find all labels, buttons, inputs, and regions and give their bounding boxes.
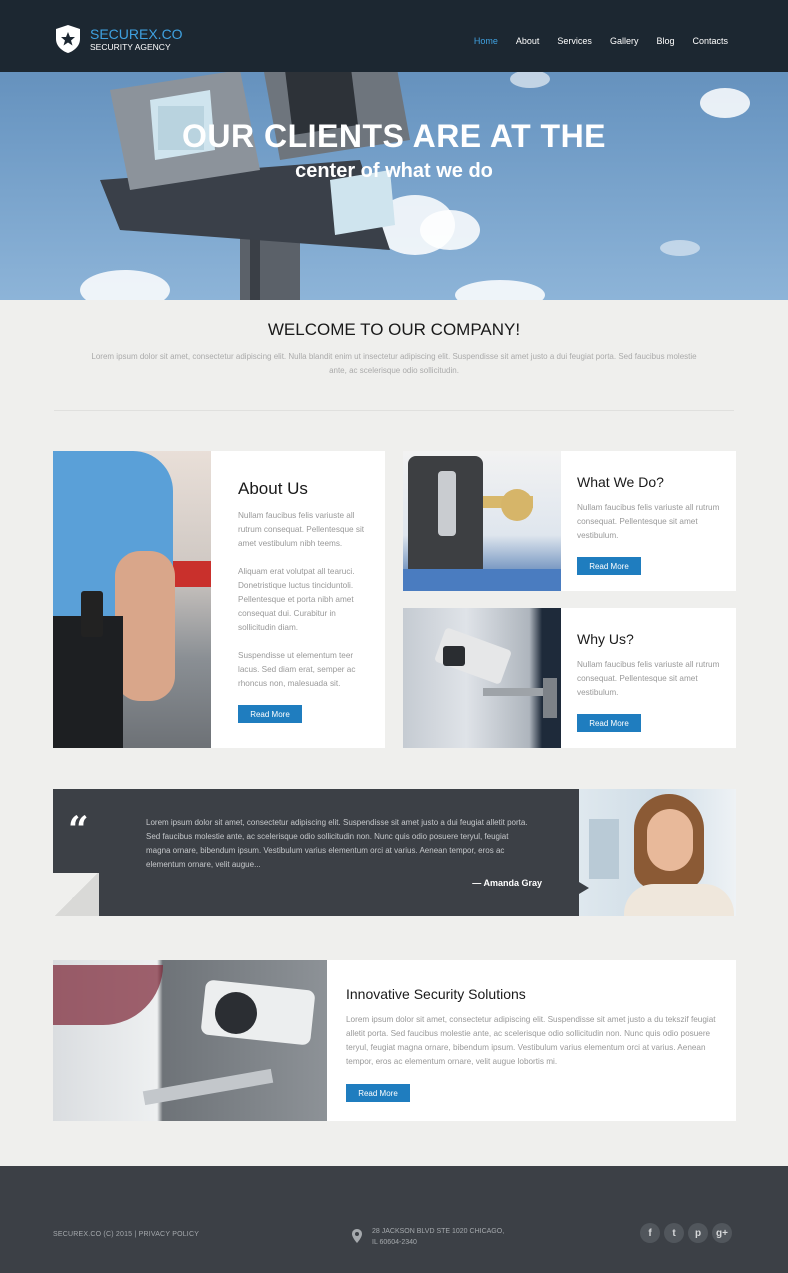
why-card: Why Us? Nullam faucibus felis variuste a…	[403, 608, 736, 748]
why-read-more-button[interactable]: Read More	[577, 714, 641, 732]
divider	[54, 410, 734, 411]
solutions-title: Innovative Security Solutions	[346, 986, 526, 1002]
testimonial-author: — Amanda Gray	[472, 878, 542, 888]
shield-star-icon	[56, 25, 80, 53]
footer-address: 28 JACKSON BLVD STE 1020 CHICAGO, IL 606…	[372, 1226, 504, 1248]
about-text-1: Nullam faucibus felis variuste all rutru…	[238, 511, 365, 548]
what-title: What We Do?	[577, 474, 664, 490]
nav-contacts[interactable]: Contacts	[692, 36, 728, 46]
nav-blog[interactable]: Blog	[656, 36, 674, 46]
solutions-read-more-button[interactable]: Read More	[346, 1084, 410, 1102]
about-text-3: Suspendisse ut elementum teer lacus. Sed…	[238, 651, 356, 688]
padlock-image	[403, 451, 561, 591]
footer	[0, 1166, 788, 1273]
about-card: About Us Nullam faucibus felis variuste …	[53, 451, 385, 748]
header: SECUREX.CO SECURITY AGENCY Home About Se…	[0, 0, 788, 72]
about-read-more-button[interactable]: Read More	[238, 705, 302, 723]
logo[interactable]: SECUREX.CO SECURITY AGENCY	[54, 24, 183, 54]
welcome-title: WELCOME TO OUR COMPANY!	[267, 320, 521, 339]
brand-name: SECUREX.CO	[90, 25, 183, 42]
hero-subtitle: center of what we do	[295, 160, 493, 182]
hero-title: OUR CLIENTS ARE AT THE	[181, 118, 607, 154]
what-text: Nullam faucibus felis variuste all rutru…	[577, 503, 720, 540]
nav-home[interactable]: Home	[474, 36, 498, 46]
guard-image	[53, 451, 211, 748]
wall-camera-image	[403, 608, 561, 748]
dome-camera-image	[53, 960, 327, 1121]
testimonial-photo	[579, 789, 736, 916]
quote-icon: “	[68, 809, 89, 851]
map-pin-icon	[352, 1229, 362, 1243]
photo-pointer	[579, 882, 589, 894]
welcome-text: Lorem ipsum dolor sit amet, consectetur …	[91, 352, 697, 375]
corner-fold	[53, 873, 99, 916]
brand-tagline: SECURITY AGENCY	[90, 41, 171, 52]
why-text: Nullam faucibus felis variuste all rutru…	[577, 660, 720, 697]
about-text-2: Aliquam erat volutpat all tearuci. Donet…	[238, 567, 355, 632]
address-line-1: 28 JACKSON BLVD STE 1020 CHICAGO,	[372, 1228, 505, 1235]
nav-about[interactable]: About	[516, 36, 540, 46]
pinterest-icon[interactable]: p	[688, 1223, 708, 1243]
solutions-text: Lorem ipsum dolor sit amet, consectetur …	[346, 1015, 716, 1066]
about-title: About Us	[238, 479, 308, 498]
what-read-more-button[interactable]: Read More	[577, 557, 641, 575]
what-card: What We Do? Nullam faucibus felis varius…	[403, 451, 736, 591]
why-title: Why Us?	[577, 631, 634, 647]
nav-services[interactable]: Services	[557, 36, 592, 46]
testimonial-text: Lorem ipsum dolor sit amet, consectetur …	[146, 818, 528, 869]
nav-gallery[interactable]: Gallery	[610, 36, 639, 46]
address-line-2: IL 60604-2340	[372, 1239, 417, 1246]
google-plus-icon[interactable]: g+	[712, 1223, 732, 1243]
solutions-card: Innovative Security Solutions Lorem ipsu…	[53, 960, 736, 1121]
facebook-icon[interactable]: f	[640, 1223, 660, 1243]
footer-copyright[interactable]: SECUREX.CO (C) 2015 | PRIVACY POLICY	[53, 1231, 199, 1238]
main-nav: Home About Services Gallery Blog Contact…	[474, 36, 728, 46]
twitter-icon[interactable]: t	[664, 1223, 684, 1243]
